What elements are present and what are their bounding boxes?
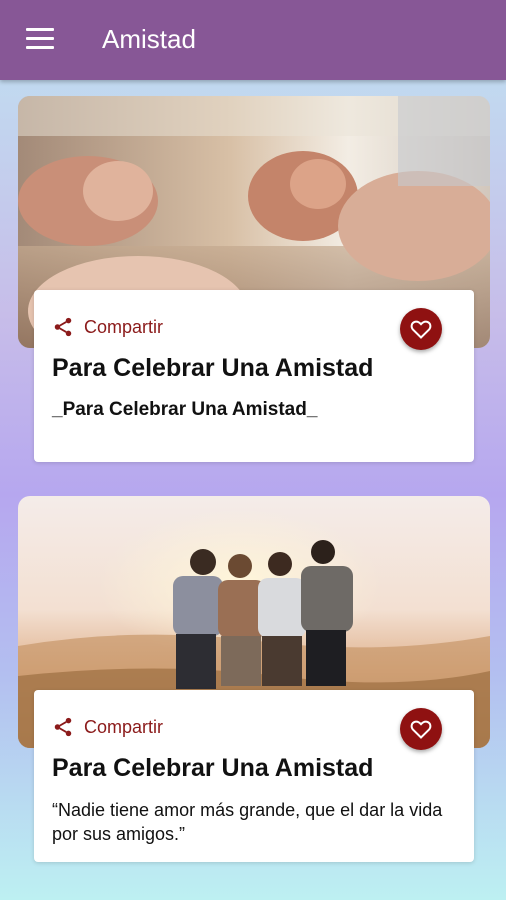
card-content: Compartir Para Celebrar Una Amistad “Nad… xyxy=(34,690,474,862)
card-text: _Para Celebrar Una Amistad_ xyxy=(52,399,318,420)
heart-icon xyxy=(410,320,432,339)
share-label: Compartir xyxy=(84,316,164,337)
favorite-button[interactable] xyxy=(400,308,442,350)
share-icon xyxy=(54,317,72,337)
share-button[interactable]: Compartir xyxy=(52,316,163,338)
share-icon xyxy=(54,717,72,737)
card-content: Compartir Para Celebrar Una Amistad _Par… xyxy=(34,290,474,462)
card-text: “Nadie tiene amor más grande, que el dar… xyxy=(52,800,443,844)
menu-icon[interactable] xyxy=(26,28,54,50)
share-button[interactable]: Compartir xyxy=(52,716,163,738)
page-title: Amistad xyxy=(102,24,196,54)
share-label: Compartir xyxy=(84,716,164,737)
card-title: Para Celebrar Una Amistad xyxy=(52,754,374,782)
app-bar: Amistad xyxy=(0,0,506,80)
card-title: Para Celebrar Una Amistad xyxy=(52,354,374,382)
favorite-button[interactable] xyxy=(400,708,442,750)
heart-icon xyxy=(410,720,432,739)
